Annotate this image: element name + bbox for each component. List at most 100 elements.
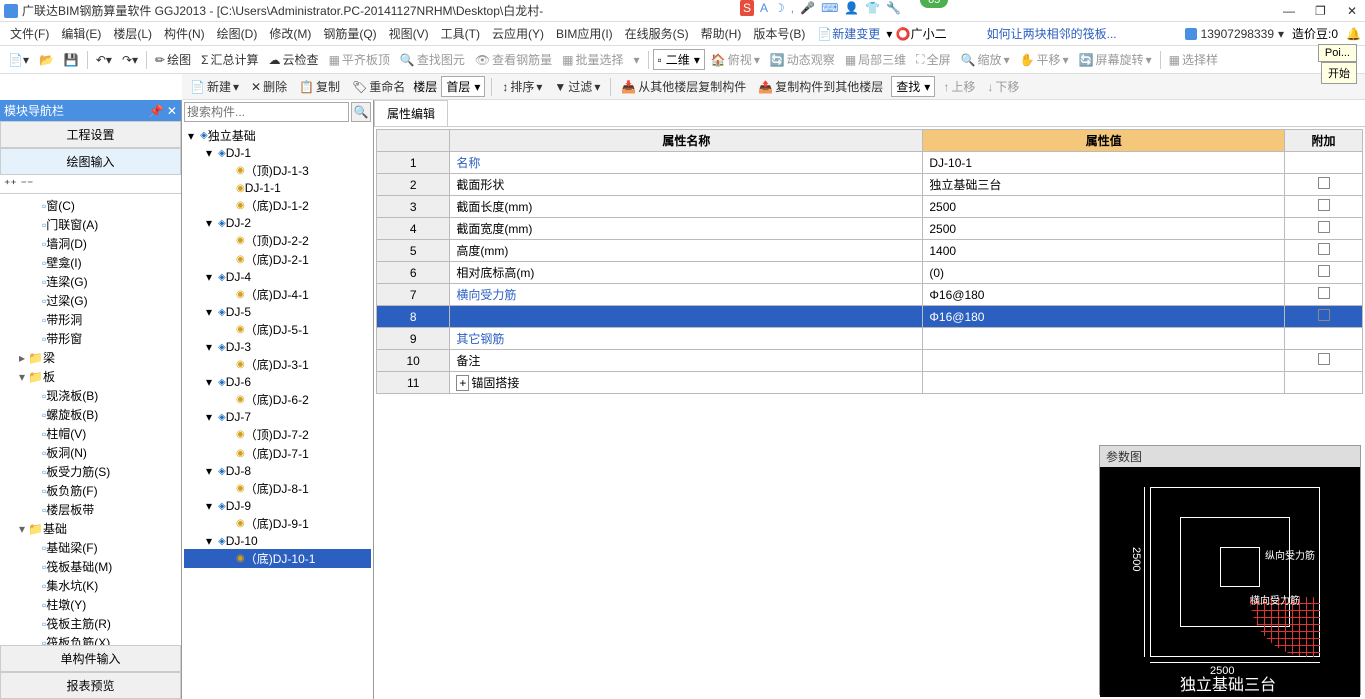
tree-node[interactable]: ▫ 螺旋板(B)	[2, 405, 179, 424]
component-node[interactable]: ◉ （底)DJ-2-1	[184, 250, 371, 269]
component-node[interactable]: ◉ （底)DJ-1-2	[184, 196, 371, 215]
menu-cloud[interactable]: 云应用(Y)	[486, 23, 550, 44]
component-node[interactable]: ◉ （底)DJ-9-1	[184, 514, 371, 533]
component-node[interactable]: ◉ （顶)DJ-1-3	[184, 161, 371, 180]
project-settings-tab[interactable]: 工程设置	[0, 121, 181, 148]
property-row[interactable]: 7横向受力筋Φ16@180	[377, 284, 1363, 306]
property-row[interactable]: 3截面长度(mm)2500	[377, 196, 1363, 218]
draw-button[interactable]: ✏绘图	[151, 49, 195, 70]
tree-node[interactable]: ▫ 带形窗	[2, 329, 179, 348]
delete-button[interactable]: ✕删除	[247, 76, 291, 97]
property-row[interactable]: 9其它钢筋	[377, 328, 1363, 350]
menu-file[interactable]: 文件(F)	[4, 23, 55, 44]
view-mode-dropdown[interactable]: ▫二维▾	[653, 49, 705, 70]
new-change-link[interactable]: 新建变更	[832, 25, 880, 42]
component-node[interactable]: ◉ （底)DJ-6-2	[184, 390, 371, 409]
property-row[interactable]: 4截面宽度(mm)2500	[377, 218, 1363, 240]
property-row[interactable]: 2截面形状独立基础三台	[377, 174, 1363, 196]
tree-node[interactable]: ▫ 板受力筋(S)	[2, 462, 179, 481]
undo-button[interactable]: ↶▾	[92, 51, 116, 69]
tree-node[interactable]: ▫ 楼层板带	[2, 500, 179, 519]
menu-online[interactable]: 在线服务(S)	[619, 23, 695, 44]
tree-node[interactable]: ▫ 板负筋(F)	[2, 481, 179, 500]
component-node[interactable]: ▾◈ DJ-3	[184, 339, 371, 355]
new-comp-button[interactable]: 📄新建▾	[186, 76, 243, 97]
save-button[interactable]: 💾	[60, 51, 83, 69]
tree-node[interactable]: ▫ 柱墩(Y)	[2, 595, 179, 614]
property-row[interactable]: 10备注	[377, 350, 1363, 372]
search-input[interactable]	[184, 102, 349, 122]
menu-bim[interactable]: BIM应用(I)	[550, 23, 619, 44]
notification-badge[interactable]: 65	[920, 0, 948, 8]
menu-component[interactable]: 构件(N)	[158, 23, 211, 44]
component-node[interactable]: ◉ （底)DJ-5-1	[184, 320, 371, 339]
menu-version[interactable]: 版本号(B)	[747, 23, 811, 44]
tree-node[interactable]: ▫ 筏板负筋(X)	[2, 633, 179, 645]
report-preview-tab[interactable]: 报表预览	[0, 672, 181, 699]
property-row[interactable]: 8纵向受力筋Φ16@180	[377, 306, 1363, 328]
menu-edit[interactable]: 编辑(E)	[55, 23, 107, 44]
component-node[interactable]: ▾◈ DJ-8	[184, 463, 371, 479]
redo-button[interactable]: ↷▾	[118, 51, 142, 69]
menu-modify[interactable]: 修改(M)	[263, 23, 317, 44]
tree-node[interactable]: ▫ 壁龛(I)	[2, 253, 179, 272]
expand-all-icon[interactable]: ⁺⁺	[4, 177, 17, 191]
tree-node[interactable]: ▫ 连梁(G)	[2, 272, 179, 291]
tree-node[interactable]: ▾📁 板	[2, 367, 179, 386]
single-input-tab[interactable]: 单构件输入	[0, 645, 181, 672]
menu-tool[interactable]: 工具(T)	[435, 23, 486, 44]
component-node[interactable]: ◉ （底)DJ-8-1	[184, 479, 371, 498]
component-node[interactable]: ▾◈ DJ-1	[184, 145, 371, 161]
maximize-button[interactable]: ❐	[1315, 4, 1329, 18]
tree-node[interactable]: ▫ 集水坑(K)	[2, 576, 179, 595]
component-node[interactable]: ◉ DJ-1-1	[184, 180, 371, 196]
component-node[interactable]: ▾◈ DJ-10	[184, 533, 371, 549]
property-row[interactable]: 11+锚固搭接	[377, 372, 1363, 394]
component-node[interactable]: ◉ （顶)DJ-2-2	[184, 231, 371, 250]
property-row[interactable]: 1名称DJ-10-1	[377, 152, 1363, 174]
close-button[interactable]: ✕	[1347, 4, 1361, 18]
menu-floor[interactable]: 楼层(L)	[107, 23, 158, 44]
tree-node[interactable]: ▫ 柱帽(V)	[2, 424, 179, 443]
property-row[interactable]: 6相对底标高(m)(0)	[377, 262, 1363, 284]
nav-tree[interactable]: ▫ 窗(C)▫ 门联窗(A)▫ 墙洞(D)▫ 壁龛(I)▫ 连梁(G)▫ 过梁(…	[0, 194, 181, 645]
hint-link[interactable]: 如何让两块相邻的筏板...	[987, 25, 1117, 42]
filter-button[interactable]: ▼过滤▾	[550, 76, 604, 97]
tree-node[interactable]: ▫ 墙洞(D)	[2, 234, 179, 253]
copy-button[interactable]: 📋复制	[295, 76, 344, 97]
menu-draw[interactable]: 绘图(D)	[211, 23, 264, 44]
component-node[interactable]: ◉ （顶)DJ-7-2	[184, 425, 371, 444]
new-file-button[interactable]: 📄▾	[4, 51, 33, 69]
tree-node[interactable]: ▸📁 梁	[2, 348, 179, 367]
minimize-button[interactable]: —	[1283, 4, 1297, 18]
menu-help[interactable]: 帮助(H)	[695, 23, 748, 44]
cloud-check-button[interactable]: ☁云检查	[265, 49, 323, 70]
sort-button[interactable]: ↕排序▾	[498, 76, 546, 97]
tree-node[interactable]: ▫ 筏板基础(M)	[2, 557, 179, 576]
tree-node[interactable]: ▫ 板洞(N)	[2, 443, 179, 462]
sidebar-pin-icon[interactable]: 📌 ✕	[149, 104, 177, 118]
account-info[interactable]: 13907298339▾	[1185, 27, 1284, 41]
floor-dropdown[interactable]: 首层▾	[441, 76, 485, 97]
copy-from-button[interactable]: 📥从其他楼层复制构件	[617, 76, 750, 97]
component-node[interactable]: ◉ （底)DJ-10-1	[184, 549, 371, 568]
component-node[interactable]: ▾◈ DJ-9	[184, 498, 371, 514]
tree-node[interactable]: ▫ 现浇板(B)	[2, 386, 179, 405]
component-node[interactable]: ▾◈ DJ-7	[184, 409, 371, 425]
component-tree[interactable]: ▾◈ 独立基础▾◈ DJ-1◉ （顶)DJ-1-3◉ DJ-1-1◉ （底)DJ…	[182, 124, 373, 699]
tree-node[interactable]: ▫ 门联窗(A)	[2, 215, 179, 234]
collapse-all-icon[interactable]: ⁻⁻	[21, 177, 34, 191]
component-node[interactable]: ◉ （底)DJ-3-1	[184, 355, 371, 374]
search-button[interactable]: 🔍	[351, 102, 371, 122]
component-node[interactable]: ◉ （底)DJ-4-1	[184, 285, 371, 304]
component-node[interactable]: ▾◈ DJ-4	[184, 269, 371, 285]
sum-button[interactable]: Σ 汇总计算	[197, 49, 262, 70]
property-edit-tab[interactable]: 属性编辑	[374, 100, 448, 126]
open-button[interactable]: 📂	[35, 51, 58, 69]
bell-icon[interactable]: 🔔	[1346, 27, 1361, 41]
tree-node[interactable]: ▫ 带形洞	[2, 310, 179, 329]
copy-to-button[interactable]: 📤复制构件到其他楼层	[754, 76, 887, 97]
menu-rebar[interactable]: 钢筋量(Q)	[317, 23, 382, 44]
draw-input-tab[interactable]: 绘图输入	[0, 148, 181, 175]
component-node[interactable]: ▾◈ DJ-2	[184, 215, 371, 231]
